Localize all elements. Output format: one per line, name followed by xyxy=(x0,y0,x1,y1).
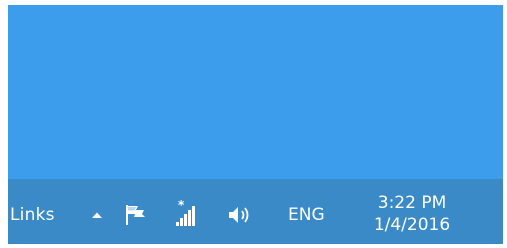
input-language-indicator[interactable]: ENG xyxy=(288,199,325,231)
screen: Links * ENG 3:22 PM 1/4/2016 xyxy=(0,0,507,248)
desktop-background xyxy=(8,5,503,179)
flag-icon xyxy=(126,205,145,225)
links-toolbar[interactable]: Links xyxy=(10,199,55,231)
network-button[interactable]: * xyxy=(173,195,203,231)
volume-icon xyxy=(229,207,249,223)
clock-date: 1/4/2016 xyxy=(373,215,451,235)
show-hidden-icons-button[interactable] xyxy=(88,199,106,231)
clock-button[interactable]: 3:22 PM 1/4/2016 xyxy=(356,187,468,241)
chevron-up-icon xyxy=(92,212,102,218)
network-icon: * xyxy=(176,198,195,226)
taskbar: Links * ENG 3:22 PM 1/4/2016 xyxy=(8,179,503,244)
action-center-button[interactable] xyxy=(120,199,150,231)
volume-button[interactable] xyxy=(224,199,258,231)
svg-text:*: * xyxy=(178,198,185,212)
clock-time: 3:22 PM xyxy=(377,193,447,213)
